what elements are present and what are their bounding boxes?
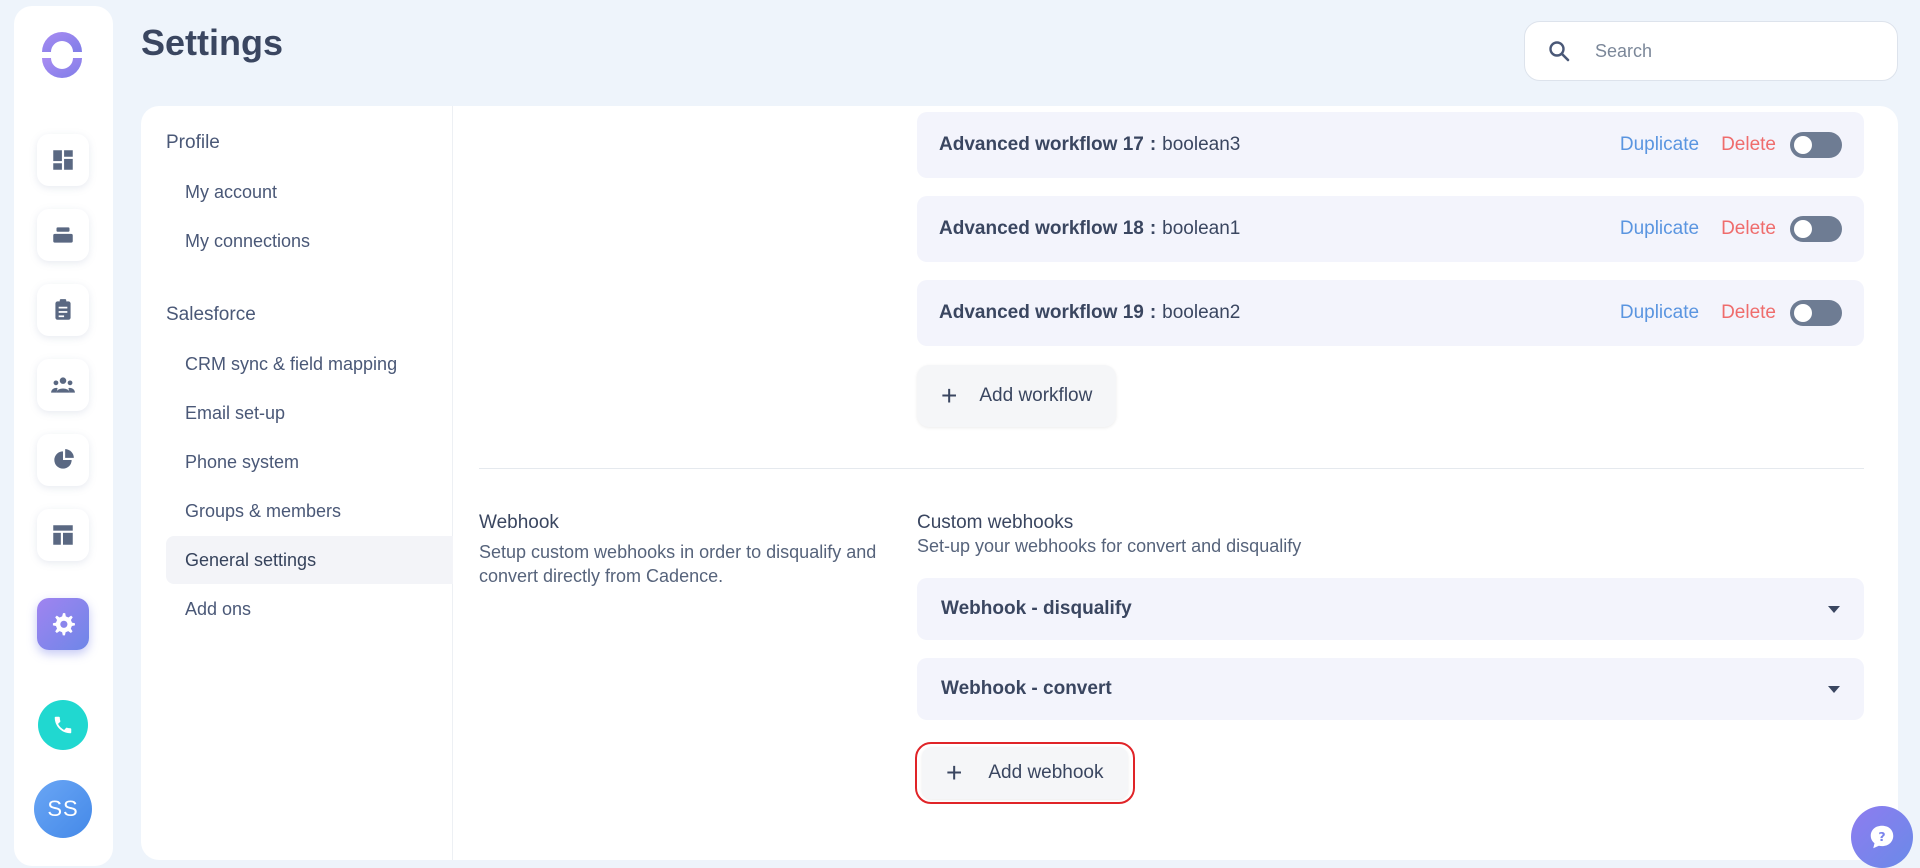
- webhook-section-description: Setup custom webhooks in order to disqua…: [479, 542, 877, 586]
- accordion-label: Webhook - disqualify: [941, 598, 1132, 619]
- help-icon[interactable]: ?: [1851, 806, 1913, 868]
- workflow-name: Advanced workflow 17: [939, 134, 1144, 155]
- sidebar-item-phone-system[interactable]: Phone system: [166, 438, 453, 486]
- search-icon: [1549, 41, 1570, 62]
- delete-button[interactable]: Delete: [1721, 134, 1776, 156]
- duplicate-button[interactable]: Duplicate: [1620, 134, 1699, 156]
- search-input[interactable]: [1595, 40, 1875, 62]
- add-webhook-button[interactable]: + Add webhook: [922, 747, 1128, 799]
- phone-icon[interactable]: [38, 700, 88, 750]
- workflow-name: Advanced workflow 18: [939, 218, 1144, 239]
- add-workflow-label: Add workflow: [979, 385, 1093, 406]
- cadence-logo-icon[interactable]: [37, 30, 87, 80]
- workflow-toggle[interactable]: [1790, 132, 1842, 158]
- svg-text:?: ?: [1878, 829, 1885, 844]
- clipboard-icon[interactable]: [37, 284, 89, 336]
- workflow-value: boolean2: [1162, 302, 1241, 323]
- settings-card: Profile My account My connections Salesf…: [141, 106, 1898, 860]
- pie-chart-icon[interactable]: [37, 434, 89, 486]
- workflow-toggle[interactable]: [1790, 300, 1842, 326]
- workflow-separator: :: [1149, 218, 1157, 239]
- workflow-value: boolean3: [1162, 134, 1241, 155]
- plus-icon: +: [946, 757, 963, 788]
- custom-webhooks-description: Set-up your webhooks for convert and dis…: [917, 536, 1302, 556]
- workflow-toggle[interactable]: [1790, 216, 1842, 242]
- duplicate-button[interactable]: Duplicate: [1620, 302, 1699, 324]
- layout-icon[interactable]: [37, 509, 89, 561]
- workflow-separator: :: [1149, 302, 1157, 323]
- caret-down-icon: [1828, 685, 1840, 693]
- workflow-value: boolean1: [1162, 218, 1241, 239]
- caret-down-icon: [1828, 605, 1840, 613]
- sidebar-item-my-connections[interactable]: My connections: [166, 217, 453, 265]
- stack-icon[interactable]: [37, 209, 89, 261]
- sidebar-item-groups-members[interactable]: Groups & members: [166, 487, 453, 535]
- dashboard-icon[interactable]: [37, 134, 89, 186]
- section-divider: [479, 468, 1864, 469]
- settings-content: Advanced workflow 17 : boolean3 Duplicat…: [453, 106, 1898, 860]
- add-webhook-highlight: + Add webhook: [915, 742, 1135, 804]
- settings-sidebar: Profile My account My connections Salesf…: [141, 106, 453, 860]
- delete-button[interactable]: Delete: [1721, 218, 1776, 240]
- workflow-name: Advanced workflow 19: [939, 302, 1144, 323]
- sidebar-group-salesforce: Salesforce: [166, 304, 256, 325]
- sidebar-item-email-setup[interactable]: Email set-up: [166, 389, 453, 437]
- workflow-row: Advanced workflow 18 : boolean1 Duplicat…: [917, 196, 1864, 262]
- add-workflow-button[interactable]: + Add workflow: [917, 365, 1117, 427]
- workflow-separator: :: [1149, 134, 1157, 155]
- workflow-row: Advanced workflow 17 : boolean3 Duplicat…: [917, 112, 1864, 178]
- webhook-disqualify-accordion[interactable]: Webhook - disqualify: [917, 578, 1864, 640]
- left-rail: SS: [14, 6, 113, 866]
- duplicate-button[interactable]: Duplicate: [1620, 218, 1699, 240]
- sidebar-item-general-settings[interactable]: General settings: [166, 536, 453, 584]
- gear-icon[interactable]: [37, 598, 89, 650]
- sidebar-item-add-ons[interactable]: Add ons: [166, 585, 453, 633]
- workflow-row: Advanced workflow 19 : boolean2 Duplicat…: [917, 280, 1864, 346]
- people-icon[interactable]: [37, 359, 89, 411]
- webhook-section-title: Webhook: [479, 512, 559, 533]
- plus-icon: +: [941, 380, 958, 411]
- avatar[interactable]: SS: [34, 780, 92, 838]
- add-webhook-label: Add webhook: [988, 762, 1104, 783]
- accordion-label: Webhook - convert: [941, 678, 1112, 699]
- page-title: Settings: [141, 22, 284, 63]
- delete-button[interactable]: Delete: [1721, 302, 1776, 324]
- sidebar-item-crm-sync[interactable]: CRM sync & field mapping: [166, 340, 453, 388]
- sidebar-group-profile: Profile: [166, 132, 220, 153]
- sidebar-item-my-account[interactable]: My account: [166, 168, 453, 216]
- webhook-convert-accordion[interactable]: Webhook - convert: [917, 658, 1864, 720]
- search-box[interactable]: [1524, 21, 1898, 81]
- custom-webhooks-title: Custom webhooks: [917, 512, 1074, 533]
